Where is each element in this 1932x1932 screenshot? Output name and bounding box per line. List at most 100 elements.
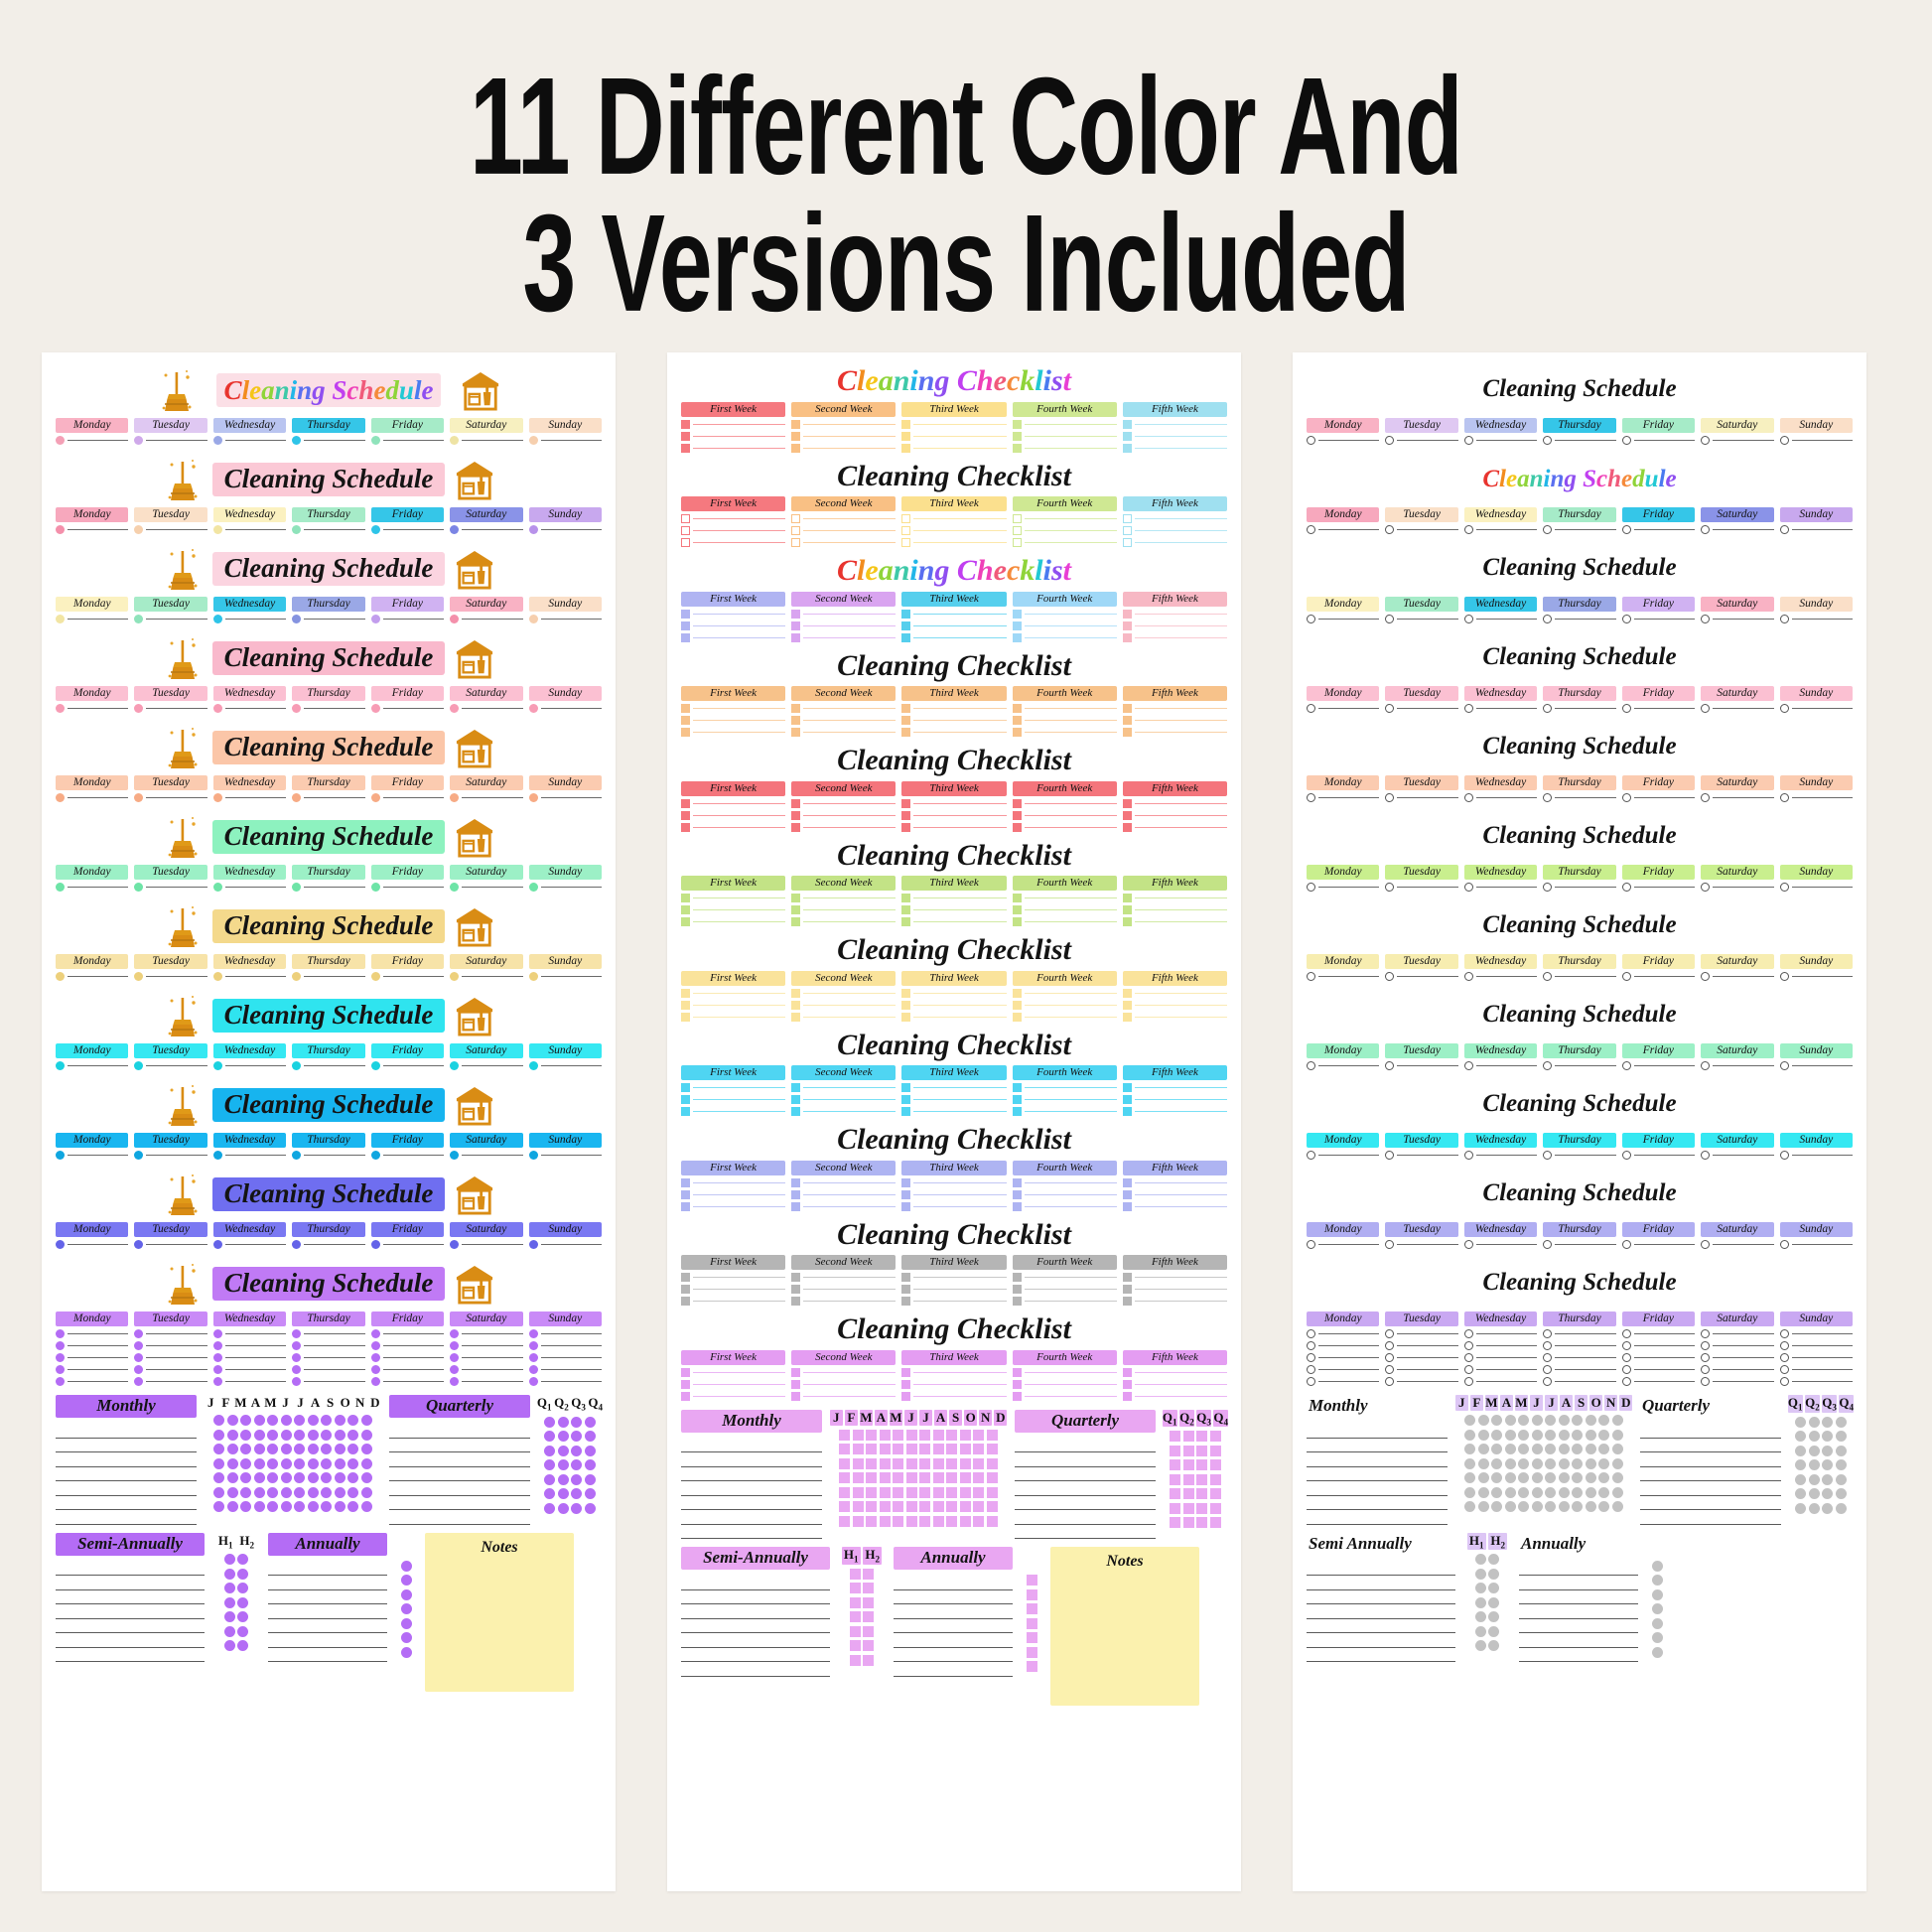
tracker-mark[interactable] (1170, 1488, 1181, 1500)
write-line[interactable] (1519, 1633, 1638, 1648)
write-line[interactable] (146, 1357, 207, 1358)
schedule-entry-line[interactable] (1779, 436, 1853, 445)
tracker-mark[interactable] (879, 1429, 891, 1441)
checkbox-icon[interactable] (1122, 609, 1132, 619)
checklist-entry-line[interactable] (1012, 514, 1117, 523)
tracker-mark[interactable] (1835, 1502, 1847, 1514)
checklist-entry-line[interactable] (1012, 1095, 1117, 1104)
write-line[interactable] (894, 1590, 1013, 1604)
bullet-dot-icon[interactable] (528, 793, 538, 802)
write-line[interactable] (803, 1016, 897, 1018)
write-line[interactable] (1791, 1369, 1853, 1370)
write-line[interactable] (693, 624, 786, 626)
tracker-mark[interactable] (1477, 1444, 1489, 1454)
checklist-entry-line[interactable] (791, 1297, 897, 1306)
tracker-mark[interactable] (986, 1444, 998, 1454)
write-line[interactable] (803, 708, 897, 709)
write-line[interactable] (1633, 1065, 1696, 1066)
write-line[interactable] (1713, 440, 1774, 441)
write-line[interactable] (1307, 1590, 1455, 1604)
write-line[interactable] (1397, 1381, 1458, 1382)
write-line[interactable] (1633, 1381, 1696, 1382)
tracker-mark[interactable] (1026, 1575, 1037, 1586)
tracker-mark[interactable] (1531, 1429, 1543, 1441)
checklist-entry-line[interactable] (1122, 621, 1228, 630)
schedule-entry-line[interactable] (1543, 1365, 1616, 1374)
checklist-entry-line[interactable] (1122, 905, 1228, 914)
checkbox-icon[interactable] (791, 609, 801, 619)
checklist-entry-line[interactable] (901, 1367, 1007, 1377)
checkbox-icon[interactable] (901, 1189, 911, 1199)
write-line[interactable] (913, 447, 1007, 449)
schedule-entry-line[interactable] (212, 1151, 287, 1160)
tracker-mark[interactable] (1808, 1445, 1820, 1456)
tracker-mark[interactable] (905, 1444, 917, 1454)
tracker-mark[interactable] (294, 1486, 306, 1498)
write-line[interactable] (1134, 1193, 1228, 1195)
schedule-entry-line[interactable] (450, 1353, 523, 1362)
tracker-mark[interactable] (1795, 1473, 1807, 1485)
checklist-entry-line[interactable] (1122, 1012, 1228, 1022)
schedule-entry-line[interactable] (1307, 883, 1380, 892)
write-line[interactable] (1519, 1590, 1638, 1604)
checkbox-icon[interactable] (901, 1297, 911, 1306)
write-line[interactable] (540, 887, 602, 888)
tracker-mark[interactable] (226, 1444, 238, 1454)
write-line[interactable] (1024, 1111, 1117, 1112)
tracker-mark[interactable] (557, 1459, 569, 1471)
tracker-mark[interactable] (334, 1444, 345, 1454)
tracker-mark[interactable] (544, 1416, 556, 1428)
bullet-dot-icon[interactable] (450, 615, 460, 623)
write-line[interactable] (1134, 826, 1228, 828)
write-line[interactable] (803, 1111, 897, 1112)
checkbox-icon[interactable] (681, 1297, 690, 1306)
schedule-entry-line[interactable] (450, 1377, 523, 1386)
write-line[interactable] (1307, 1424, 1448, 1439)
write-line[interactable] (382, 619, 445, 620)
tracker-mark[interactable] (932, 1515, 944, 1527)
tracker-mark[interactable] (557, 1502, 569, 1514)
tracker-grid-column[interactable] (1504, 1415, 1516, 1512)
tracker-grid[interactable] (838, 1568, 886, 1666)
checklist-entry-line[interactable] (791, 526, 897, 535)
tracker-mark[interactable] (267, 1501, 279, 1512)
tracker-mark[interactable] (237, 1596, 249, 1608)
checkbox-icon[interactable] (901, 538, 911, 547)
write-line[interactable] (1024, 518, 1117, 519)
write-line[interactable] (146, 797, 207, 798)
write-line[interactable] (1318, 887, 1380, 888)
checkbox-icon[interactable] (791, 1273, 801, 1282)
checkbox-icon[interactable] (681, 716, 690, 725)
checkbox-icon[interactable] (681, 1095, 690, 1104)
write-line[interactable] (1713, 1244, 1774, 1245)
write-line[interactable] (913, 720, 1007, 721)
checkbox-icon[interactable] (681, 1201, 690, 1211)
checkbox-circle-icon[interactable] (1701, 1151, 1711, 1160)
tracker-mark[interactable] (852, 1486, 864, 1498)
tracker-mark[interactable] (1822, 1445, 1834, 1456)
write-line[interactable] (693, 1111, 786, 1112)
tracker-mark[interactable] (307, 1486, 319, 1498)
schedule-entry-line[interactable] (1385, 1061, 1458, 1070)
tracker-grid-column[interactable] (1477, 1415, 1489, 1512)
checkbox-icon[interactable] (1122, 443, 1132, 453)
write-line[interactable] (1134, 802, 1228, 804)
write-line[interactable] (1791, 440, 1853, 441)
tracker-mark[interactable] (1651, 1617, 1663, 1629)
write-line[interactable] (1318, 440, 1380, 441)
tracker-grid-column[interactable] (919, 1429, 931, 1527)
write-line[interactable] (540, 797, 602, 798)
tracker-grid-column[interactable] (1518, 1415, 1530, 1512)
checkbox-circle-icon[interactable] (1779, 1329, 1789, 1338)
write-line[interactable] (803, 1371, 897, 1373)
schedule-entry-line[interactable] (292, 615, 365, 623)
write-line[interactable] (1397, 887, 1458, 888)
write-line[interactable] (1475, 887, 1538, 888)
tracker-mark[interactable] (1504, 1429, 1516, 1441)
checkbox-icon[interactable] (681, 419, 690, 429)
tracker-mark[interactable] (321, 1472, 333, 1483)
write-line[interactable] (1024, 423, 1117, 425)
schedule-entry-line[interactable] (370, 883, 445, 892)
write-line[interactable] (68, 887, 129, 888)
checklist-entry-line[interactable] (901, 419, 1007, 429)
